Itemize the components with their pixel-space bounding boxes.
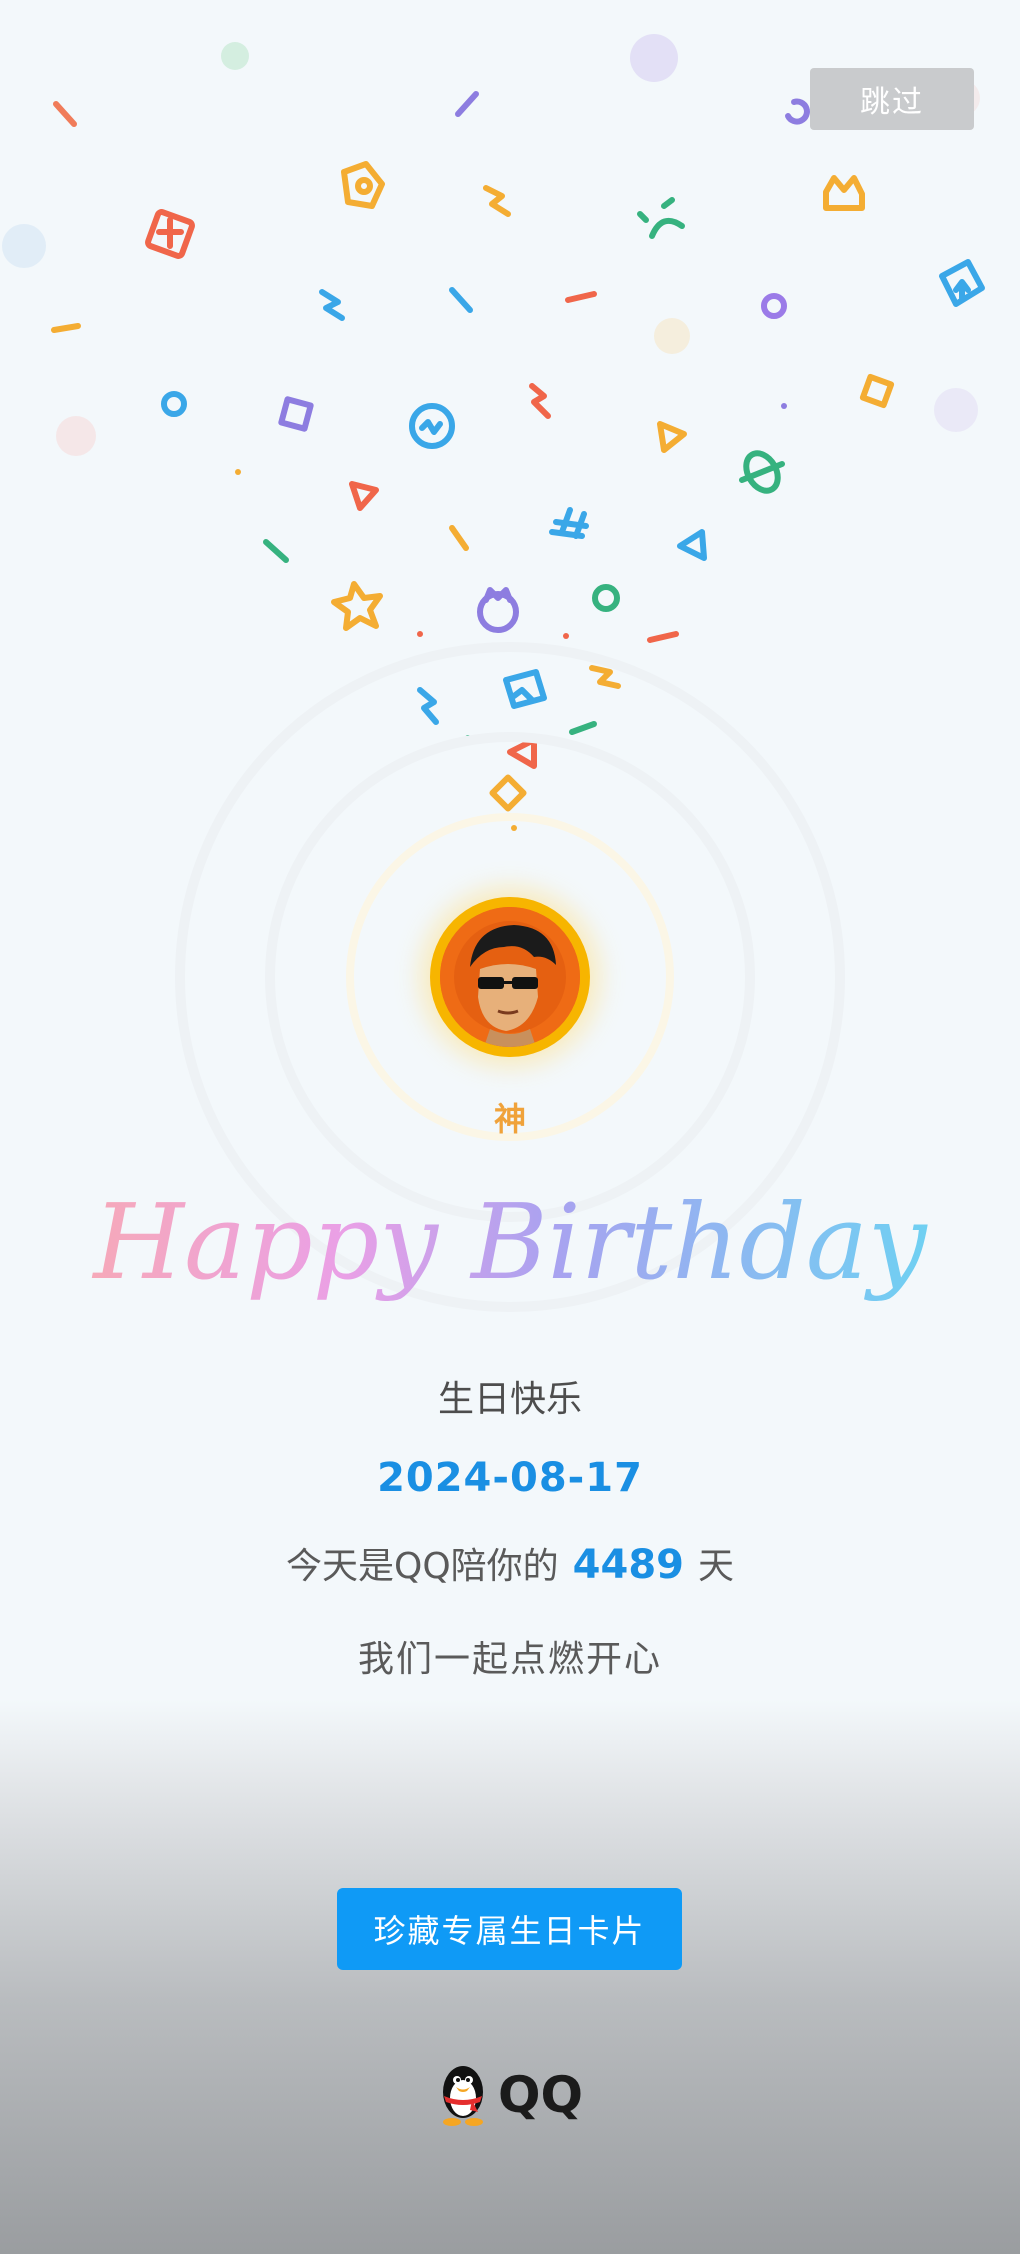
- happy-birthday-text: Happy Birthday: [91, 1181, 927, 1303]
- avatar[interactable]: [430, 897, 590, 1057]
- birthday-date: 2024-08-17: [377, 1455, 643, 1501]
- qq-penguin-icon: [443, 2066, 483, 2126]
- slogan-text: 我们一起点燃开心: [357, 1639, 662, 1680]
- days-count: 4489: [572, 1542, 684, 1588]
- nickname: 神: [493, 1100, 526, 1138]
- qq-logo-text: QQ: [498, 2066, 584, 2124]
- days-together: 今天是QQ陪你的 4489 天: [0, 1537, 1020, 1589]
- greeting-text: 生日快乐: [437, 1379, 582, 1420]
- collect-birthday-card-button[interactable]: 珍藏专属生日卡片: [337, 1888, 682, 1970]
- days-suffix: 天: [698, 1546, 735, 1587]
- skip-button[interactable]: 跳过: [810, 68, 974, 130]
- qq-logo: QQ: [434, 2058, 594, 2132]
- avatar-image: [440, 907, 580, 1047]
- days-prefix: 今天是QQ陪你的: [285, 1546, 559, 1587]
- happy-birthday-title: Happy Birthday: [91, 1181, 927, 1303]
